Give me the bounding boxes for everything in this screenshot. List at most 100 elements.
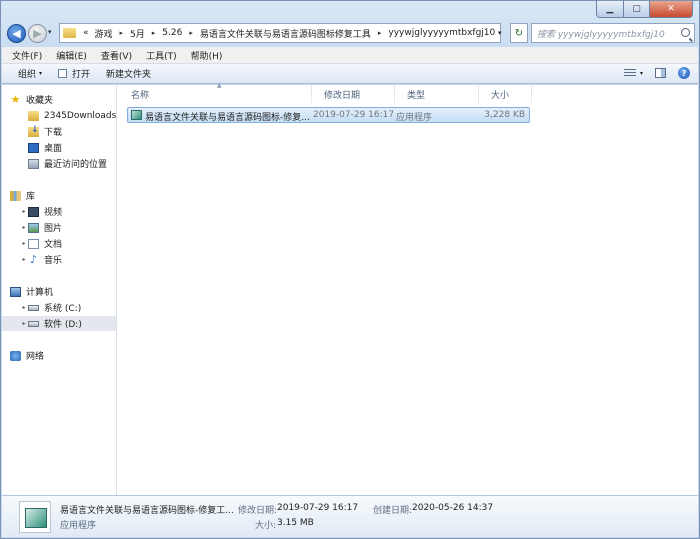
breadcrumb-item[interactable]: yyywjglyyyyymtbxfgj10: [385, 28, 498, 38]
change-view-icon[interactable]: [623, 68, 636, 78]
file-row[interactable]: 易语言文件关联与易语言源码图标-修复... 2019-07-29 16:17 应…: [127, 107, 530, 123]
file-size: 3,228 KB: [484, 110, 525, 120]
column-header-size[interactable]: 大小: [479, 85, 532, 103]
forward-button[interactable]: ▶: [28, 24, 47, 43]
sidebar-item-label: 最近访问的位置: [44, 160, 108, 170]
breadcrumb-item[interactable]: 5.26: [159, 28, 185, 38]
search-input[interactable]: 搜索 yyywjglyyyyymtbxfgj10: [531, 23, 695, 43]
menu-help[interactable]: 帮助(H): [191, 49, 223, 62]
expander-icon[interactable]: ▸: [20, 208, 28, 215]
sidebar-item-videos[interactable]: ▸ 视频: [2, 204, 116, 219]
address-dropdown-icon[interactable]: ▾: [498, 29, 502, 37]
sidebar-item-label: 下载: [44, 128, 63, 138]
folder-icon: [28, 110, 39, 121]
chevron-down-icon[interactable]: ▾: [640, 70, 643, 77]
navigation-pane[interactable]: ★ 收藏夹 2345Downloads 下载 桌面 最近访问的位置: [2, 85, 117, 495]
open-button[interactable]: 打开: [58, 67, 90, 80]
expander-icon[interactable]: ▸: [20, 224, 28, 231]
network-icon: [10, 350, 21, 361]
music-note-icon: ♪: [29, 252, 38, 266]
sidebar-item-computer[interactable]: 计算机: [2, 284, 116, 299]
address-bar[interactable]: « 游戏 ▸ 5月 ▸ 5.26 ▸ 易语言文件关联与易语言源码图标修复工具 ▸…: [59, 23, 501, 43]
help-icon[interactable]: ?: [678, 67, 690, 79]
menu-tools[interactable]: 工具(T): [146, 49, 177, 62]
file-name: 易语言文件关联与易语言源码图标-修复...: [145, 113, 310, 123]
sidebar-item-pictures[interactable]: ▸ 图片: [2, 220, 116, 235]
sidebar-item-label: 图片: [44, 224, 63, 234]
sidebar-item-downloads[interactable]: 下载: [2, 124, 116, 139]
sidebar-item-music[interactable]: ▸ ♪ 音乐: [2, 252, 116, 267]
view-controls: ▾ ?: [623, 67, 690, 79]
details-size-label: 大小:: [255, 521, 277, 531]
sidebar-item-documents[interactable]: ▸ 文档: [2, 236, 116, 251]
preview-pane-icon[interactable]: [655, 68, 666, 78]
minimize-button[interactable]: ▁: [596, 1, 624, 18]
details-file-name: 易语言文件关联与易语言源码图标-修复工...: [60, 506, 234, 516]
star-icon: ★: [10, 92, 21, 106]
sidebar-item-label: 音乐: [44, 256, 63, 266]
forward-arrow-icon: ▶: [33, 27, 42, 40]
breadcrumb-separator-icon[interactable]: ▸: [116, 29, 128, 37]
sidebar-item-label: 桌面: [44, 144, 63, 154]
column-label: 类型: [407, 90, 426, 101]
details-created-label: 创建日期:: [373, 506, 413, 516]
sidebar-item-favorites[interactable]: ★ 收藏夹: [2, 92, 116, 107]
expander-icon[interactable]: ▸: [20, 320, 28, 327]
breadcrumb-item[interactable]: 5月: [127, 27, 148, 40]
application-icon: [131, 110, 142, 120]
navigation-bar: ◀ ▶ ▾ « 游戏 ▸ 5月 ▸ 5.26 ▸ 易语言文件关联与易语言源码图标…: [7, 23, 695, 45]
window-controls: ▁ ▢ ✕: [596, 1, 693, 18]
sidebar-item-libraries[interactable]: 库: [2, 188, 116, 203]
expander-icon[interactable]: ▸: [20, 304, 28, 311]
maximize-button[interactable]: ▢: [624, 1, 650, 18]
sidebar-item-label: 软件 (D:): [44, 320, 82, 330]
recent-pages-dropdown[interactable]: ▾: [48, 28, 52, 36]
sidebar-item-desktop[interactable]: 桌面: [2, 140, 116, 155]
sidebar-item-label: 2345Downloads: [44, 110, 117, 121]
menu-view[interactable]: 查看(V): [101, 49, 132, 62]
breadcrumb-item[interactable]: 易语言文件关联与易语言源码图标修复工具: [197, 27, 374, 40]
file-thumbnail-icon: [19, 501, 51, 533]
open-label: 打开: [72, 70, 91, 80]
menu-edit[interactable]: 编辑(E): [56, 49, 87, 62]
sidebar-item-label: 库: [26, 192, 36, 202]
explorer-window: ▁ ▢ ✕ ◀ ▶ ▾ « 游戏 ▸ 5月 ▸ 5.26 ▸ 易语言文件关联与易…: [0, 0, 700, 539]
column-header-type[interactable]: 类型: [395, 85, 479, 103]
file-modified: 2019-07-29 16:17: [313, 110, 395, 120]
sidebar-item-recent[interactable]: 最近访问的位置: [2, 156, 116, 171]
search-icon[interactable]: [681, 28, 690, 37]
sidebar-item-drive-d[interactable]: ▸ 软件 (D:): [2, 316, 116, 331]
menu-bar: 文件(F) 编辑(E) 查看(V) 工具(T) 帮助(H): [2, 47, 698, 64]
close-button[interactable]: ✕: [650, 1, 693, 18]
menu-file[interactable]: 文件(F): [12, 49, 42, 62]
column-label: 名称: [131, 90, 150, 101]
details-size-value: 3.15 MB: [277, 518, 314, 528]
back-button[interactable]: ◀: [7, 24, 26, 43]
details-modified-label: 修改日期:: [238, 506, 278, 516]
details-modified-value: 2019-07-29 16:17: [277, 503, 359, 513]
refresh-button[interactable]: ↻: [510, 23, 528, 43]
organize-button[interactable]: 组织 ▾: [18, 67, 42, 80]
breadcrumb-separator-icon[interactable]: ▸: [185, 29, 197, 37]
sidebar-item-network[interactable]: 网络: [2, 348, 116, 363]
column-header-name[interactable]: 名称 ▲: [119, 82, 312, 103]
search-placeholder: 搜索 yyywjglyyyyymtbxfgj10: [537, 29, 665, 40]
video-icon: [28, 206, 39, 217]
sidebar-item-drive-c[interactable]: ▸ 系统 (C:): [2, 300, 116, 315]
folder-icon: [63, 28, 76, 38]
new-folder-button[interactable]: 新建文件夹: [106, 67, 151, 80]
details-file-type: 应用程序: [60, 521, 97, 531]
back-arrow-icon: ◀: [12, 27, 21, 40]
recent-places-icon: [28, 158, 39, 169]
file-list[interactable]: 名称 ▲ 修改日期 类型 大小 易语言文件关联与易语言源码图标-修复... 20…: [117, 82, 698, 495]
sidebar-item-label: 计算机: [26, 288, 54, 298]
column-header-modified[interactable]: 修改日期: [312, 85, 395, 103]
sidebar-item-2345downloads[interactable]: 2345Downloads: [2, 108, 116, 123]
expander-icon[interactable]: ▸: [20, 240, 28, 247]
new-folder-label: 新建文件夹: [106, 70, 152, 80]
breadcrumb-overflow[interactable]: «: [80, 28, 92, 38]
breadcrumb-separator-icon[interactable]: ▸: [148, 29, 160, 37]
breadcrumb-item[interactable]: 游戏: [92, 27, 116, 40]
breadcrumb-separator-icon[interactable]: ▸: [374, 29, 386, 37]
expander-icon[interactable]: ▸: [20, 256, 28, 263]
